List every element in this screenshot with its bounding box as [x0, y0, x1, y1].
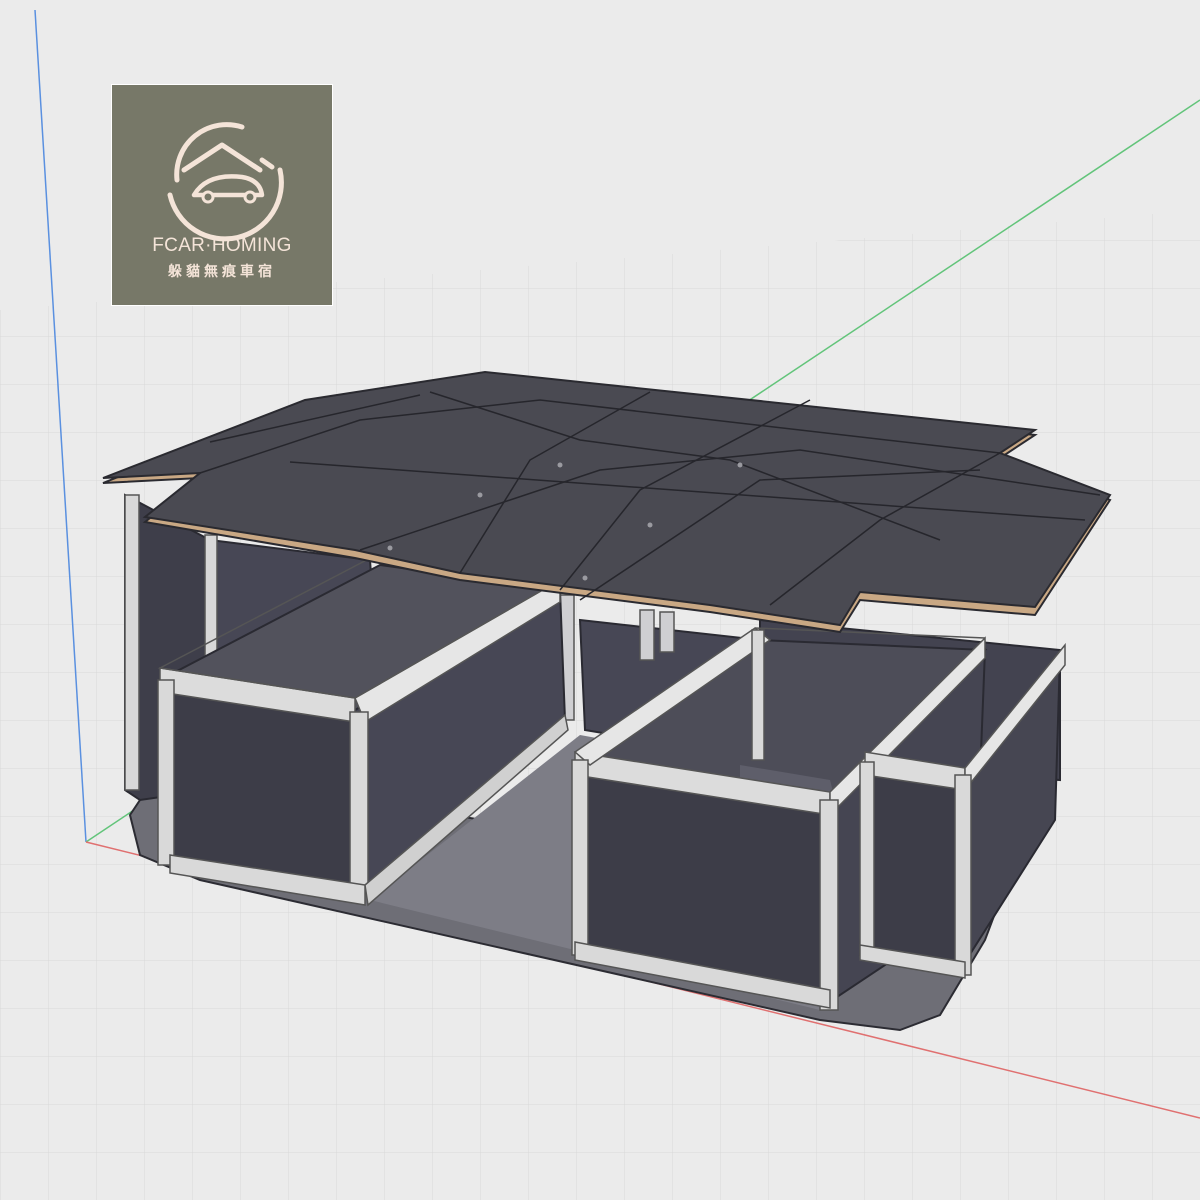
3d-viewport[interactable]: FCAR·HOMING 躲貓無痕車宿 — [0, 0, 1200, 1200]
logo-brand-name-zh: 躲貓無痕車宿 — [168, 264, 276, 280]
logo-brand-name-en: FCAR·HOMING — [152, 235, 292, 256]
brand-logo: FCAR·HOMING 躲貓無痕車宿 — [111, 84, 333, 306]
